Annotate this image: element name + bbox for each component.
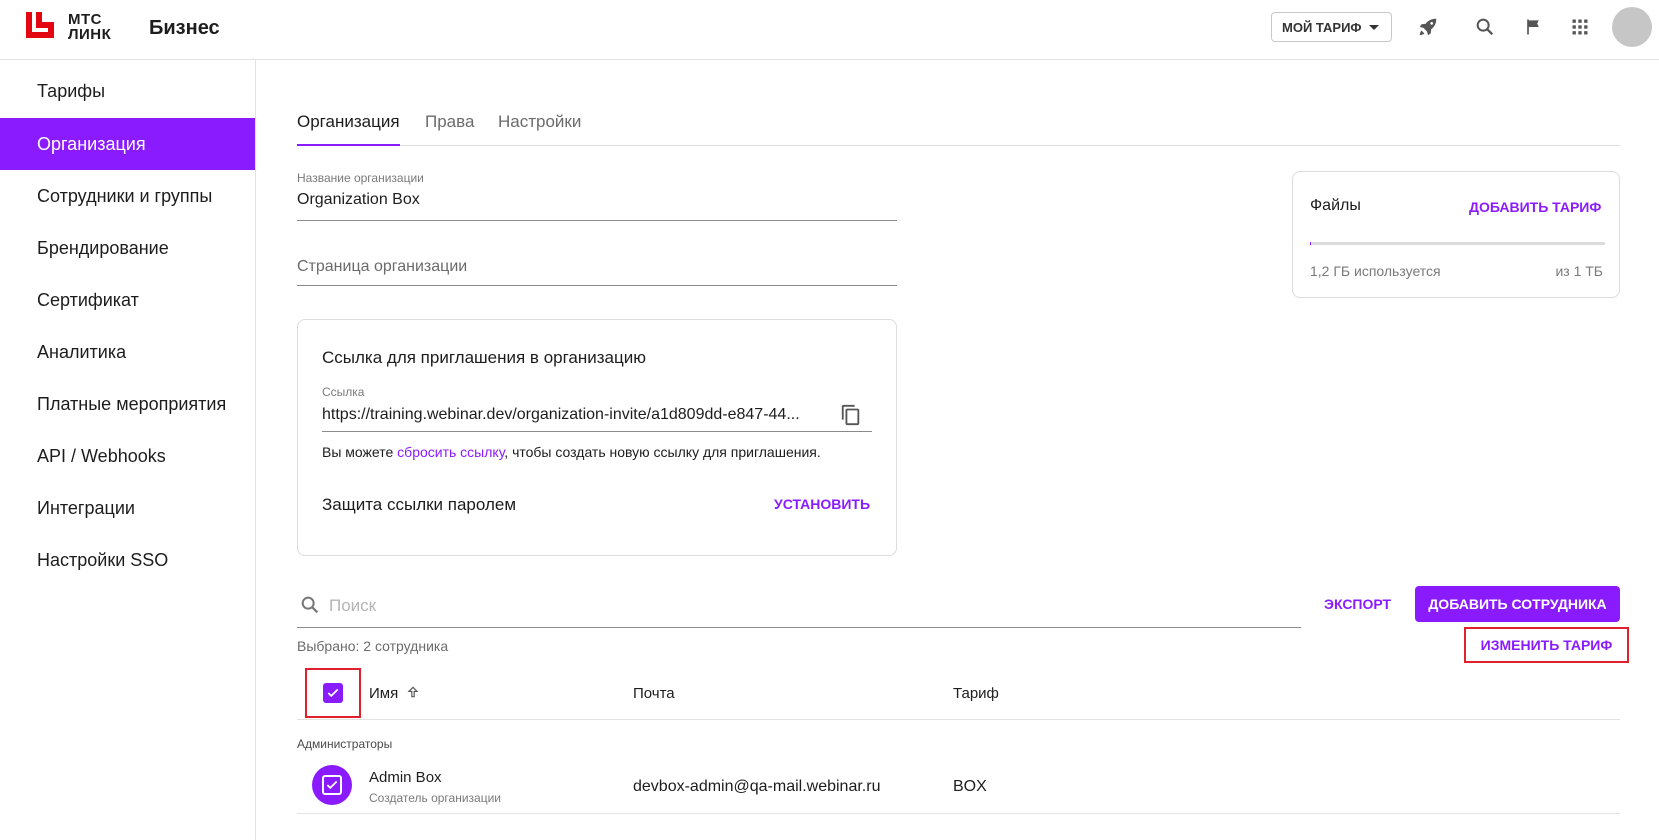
copy-icon[interactable] (840, 404, 864, 428)
org-name-field[interactable]: Название организации Organization Box (297, 171, 897, 221)
selected-count: Выбрано: 2 сотрудника (297, 638, 449, 654)
sidebar-item-analytics[interactable]: Аналитика (0, 326, 255, 378)
my-tariff-label: МОЙ ТАРИФ (1282, 19, 1362, 35)
invite-link-underline (322, 431, 872, 432)
invite-card-title: Ссылка для приглашения в организацию (322, 348, 646, 367)
row-role: Создатель организации (369, 791, 501, 805)
mts-link-logo[interactable]: МТС ЛИНК (26, 12, 111, 42)
sidebar-item-tariffs[interactable]: Тарифы (0, 65, 255, 117)
flag-icon[interactable] (1520, 14, 1546, 40)
product-name: Бизнес (149, 17, 220, 39)
sidebar-item-organization[interactable]: Организация (0, 118, 255, 170)
storage-total: из 1 ТБ (1555, 263, 1603, 279)
checkbox-frame (322, 775, 342, 795)
sidebar: Тарифы Организация Сотрудники и группы Б… (0, 60, 256, 840)
export-button[interactable]: ЭКСПОРТ (1324, 596, 1391, 612)
org-page-field[interactable]: Страница организации (297, 258, 897, 286)
select-all-checkbox[interactable] (323, 683, 343, 703)
files-card: Файлы ДОБАВИТЬ ТАРИФ 1,2 ГБ используется… (1292, 171, 1620, 298)
mts-logo-icon (26, 12, 56, 42)
row-tariff: BOX (953, 778, 987, 795)
row-select-checkbox[interactable] (312, 765, 352, 805)
my-tariff-dropdown[interactable]: МОЙ ТАРИФ (1271, 12, 1392, 42)
sidebar-item-certificate[interactable]: Сертификат (0, 274, 255, 326)
invite-link-value[interactable]: https://training.webinar.dev/organizatio… (322, 406, 827, 424)
tab-rights[interactable]: Права (425, 112, 474, 144)
top-bar: МТС ЛИНК Бизнес МОЙ ТАРИФ (0, 0, 1659, 60)
table-row[interactable]: Admin Box Создатель организации devbox-a… (297, 757, 1620, 814)
sidebar-item-paid-events[interactable]: Платные мероприятия (0, 378, 255, 430)
checkmark-icon (326, 780, 338, 790)
caret-down-icon (1369, 24, 1379, 30)
sidebar-item-employees-groups[interactable]: Сотрудники и группы (0, 170, 255, 222)
sidebar-item-api-webhooks[interactable]: API / Webhooks (0, 430, 255, 482)
change-tariff-button[interactable]: ИЗМЕНИТЬ ТАРИФ (1464, 627, 1629, 663)
invite-link-card: Ссылка для приглашения в организацию Ссы… (297, 319, 897, 556)
column-email[interactable]: Почта (633, 685, 675, 702)
add-employee-button[interactable]: ДОБАВИТЬ СОТРУДНИКА (1415, 586, 1620, 622)
set-password-button[interactable]: УСТАНОВИТЬ (774, 496, 870, 512)
logo-line-2: ЛИНК (68, 26, 112, 43)
password-protection-title: Защита ссылки паролем (322, 495, 517, 514)
tab-settings[interactable]: Настройки (498, 112, 581, 144)
row-name: Admin Box (369, 769, 442, 786)
reset-link[interactable]: сбросить ссылку (397, 444, 504, 460)
row-email: devbox-admin@qa-mail.webinar.ru (633, 778, 881, 795)
rocket-icon[interactable] (1415, 14, 1441, 40)
org-name-value[interactable]: Organization Box (297, 191, 897, 209)
storage-used: 1,2 ГБ используется (1310, 263, 1441, 279)
logo-text: МТС ЛИНК (68, 12, 111, 42)
group-label-admins: Администраторы (297, 737, 393, 751)
apps-grid-icon[interactable] (1567, 14, 1593, 40)
tab-organization[interactable]: Организация (297, 112, 400, 146)
invite-hint: Вы можете сбросить ссылку, чтобы создать… (322, 444, 821, 460)
tabs-bar: Организация Права Настройки (297, 100, 1620, 146)
user-avatar[interactable] (1612, 7, 1652, 47)
column-tariff[interactable]: Тариф (953, 685, 999, 702)
hint-text-after: , чтобы создать новую ссылку для приглаш… (504, 444, 821, 460)
org-page-placeholder[interactable]: Страница организации (297, 258, 897, 276)
storage-progress-bar (1310, 242, 1605, 245)
hint-text-before: Вы можете (322, 444, 398, 460)
org-name-label: Название организации (297, 171, 424, 185)
sidebar-item-branding[interactable]: Брендирование (0, 222, 255, 274)
add-tariff-button[interactable]: ДОБАВИТЬ ТАРИФ (1469, 199, 1601, 215)
files-title: Файлы (1310, 197, 1361, 214)
search-icon (299, 594, 321, 616)
sort-arrow-up-icon[interactable] (406, 684, 422, 702)
logo-line-1: МТС (68, 11, 102, 28)
search-icon[interactable] (1472, 14, 1498, 40)
column-name[interactable]: Имя (369, 685, 398, 702)
invite-link-label: Ссылка (322, 385, 365, 399)
search-input[interactable] (329, 593, 1289, 619)
checkmark-icon (327, 688, 339, 698)
sidebar-item-sso-settings[interactable]: Настройки SSO (0, 534, 255, 586)
employee-search (297, 586, 1301, 628)
table-header: Имя Почта Тариф (297, 668, 1620, 720)
sidebar-item-integrations[interactable]: Интеграции (0, 482, 255, 534)
